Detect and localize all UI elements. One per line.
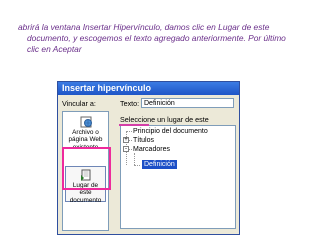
place-in-document-highlight	[62, 147, 111, 190]
collapse-icon[interactable]: -	[123, 146, 129, 152]
tree-connector	[134, 153, 135, 165]
tree-item-marcadores[interactable]: Marcadores	[133, 145, 170, 154]
caption-line: abrirá la ventana Insertar Hipervínculo,…	[18, 22, 270, 32]
existing-file-webpage-button[interactable]: Archivo o página Web existente	[65, 116, 106, 151]
tree-connector	[126, 131, 132, 132]
caption-line: documento, y escogemos el texto agregado…	[27, 33, 286, 43]
document-place-tree[interactable]: Principio del documento + Títulos - Marc…	[120, 125, 236, 229]
globe-icon	[79, 116, 93, 128]
tree-item-principio[interactable]: Principio del documento	[133, 127, 208, 136]
tree-connector	[134, 165, 140, 166]
selection-underline-annotation	[119, 124, 149, 126]
caption-text: abrirá la ventana Insertar Hipervínculo,…	[18, 22, 308, 55]
tree-item-titulos[interactable]: Títulos	[133, 136, 154, 145]
text-to-display-input[interactable]: Definición	[141, 98, 234, 108]
caption-line: clic en Aceptar	[27, 44, 82, 54]
text-label: Texto:	[120, 99, 140, 108]
tree-item-definicion[interactable]: Definición	[142, 160, 177, 169]
link-to-label: Vincular a:	[62, 99, 96, 108]
dialog-title[interactable]: Insertar hipervínculo	[58, 82, 239, 95]
expand-icon[interactable]: +	[123, 137, 129, 143]
